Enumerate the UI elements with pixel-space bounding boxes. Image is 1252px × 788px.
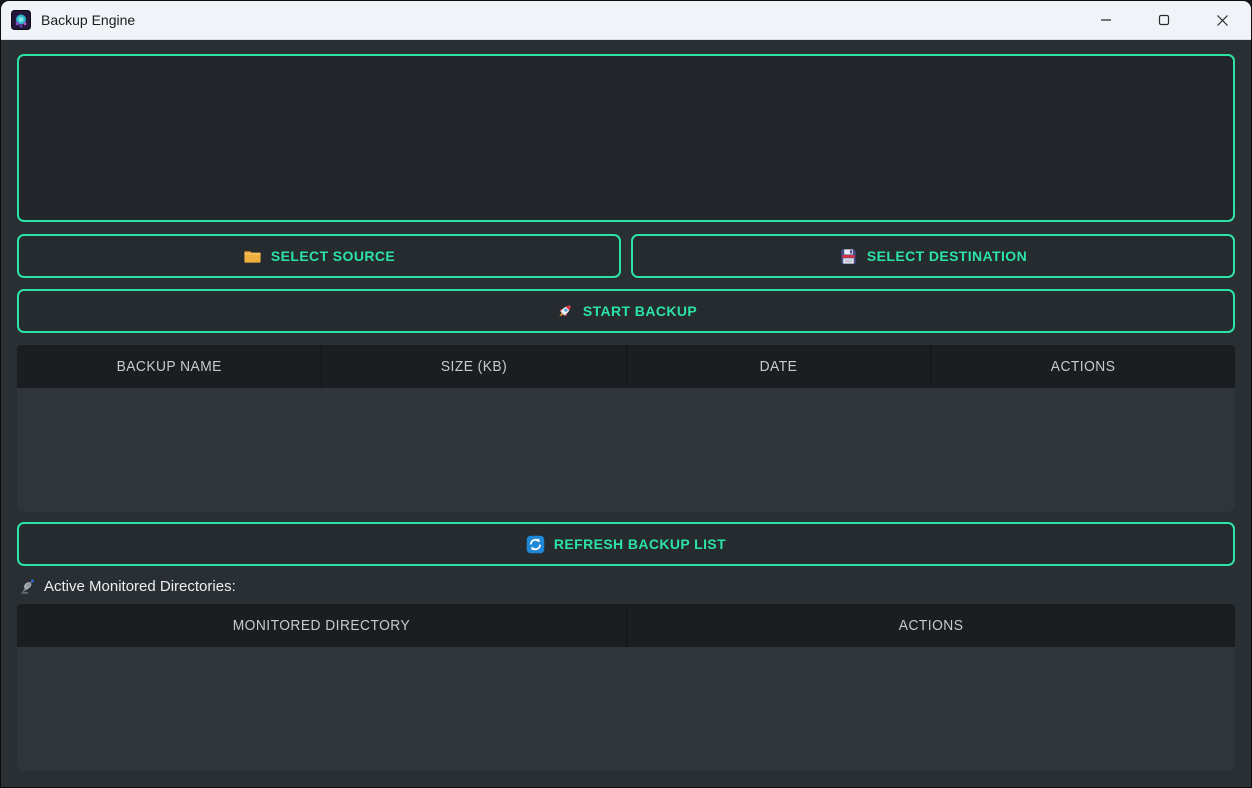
log-output-area[interactable] [17, 54, 1235, 222]
monitored-directories-table: MONITORED DIRECTORY ACTIONS [17, 604, 1235, 771]
minimize-icon [1100, 14, 1112, 26]
floppy-disk-icon [839, 247, 858, 266]
window-title: Backup Engine [41, 12, 135, 28]
refresh-backup-list-label: REFRESH BACKUP LIST [554, 536, 726, 552]
monitored-directories-label: Active Monitored Directories: [44, 578, 236, 595]
select-destination-label: SELECT DESTINATION [867, 248, 1027, 264]
start-backup-button[interactable]: START BACKUP [17, 289, 1235, 333]
folder-icon [243, 247, 262, 266]
titlebar: Backup Engine [1, 1, 1251, 40]
close-button[interactable] [1193, 1, 1251, 39]
main-content: SELECT SOURCE SELECT DESTINATION [1, 40, 1251, 771]
backup-table: BACKUP NAME SIZE (KB) DATE ACTIONS [17, 345, 1235, 512]
column-header-actions: ACTIONS [931, 345, 1235, 388]
rocket-icon [555, 302, 574, 321]
close-icon [1216, 14, 1229, 27]
refresh-backup-list-button[interactable]: REFRESH BACKUP LIST [17, 522, 1235, 566]
refresh-icon [526, 535, 545, 554]
app-logo-icon [11, 10, 31, 30]
maximize-icon [1158, 14, 1170, 26]
select-source-button[interactable]: SELECT SOURCE [17, 234, 621, 278]
source-destination-row: SELECT SOURCE SELECT DESTINATION [17, 234, 1235, 278]
column-header-monitored-directory: MONITORED DIRECTORY [17, 604, 627, 647]
minimize-button[interactable] [1077, 1, 1135, 39]
column-header-backup-name: BACKUP NAME [17, 345, 322, 388]
monitored-table-body[interactable] [17, 647, 1235, 771]
select-source-label: SELECT SOURCE [271, 248, 395, 264]
monitored-directories-section-header: Active Monitored Directories: [19, 578, 1233, 595]
monitored-table-header: MONITORED DIRECTORY ACTIONS [17, 604, 1235, 647]
backup-table-header: BACKUP NAME SIZE (KB) DATE ACTIONS [17, 345, 1235, 388]
column-header-date: DATE [627, 345, 932, 388]
column-header-monitored-actions: ACTIONS [627, 604, 1236, 647]
satellite-antenna-icon [19, 578, 36, 595]
column-header-size: SIZE (KB) [322, 345, 627, 388]
maximize-button[interactable] [1135, 1, 1193, 39]
backup-table-body[interactable] [17, 388, 1235, 512]
select-destination-button[interactable]: SELECT DESTINATION [631, 234, 1235, 278]
start-backup-label: START BACKUP [583, 303, 697, 319]
app-window: Backup Engine [0, 0, 1252, 788]
